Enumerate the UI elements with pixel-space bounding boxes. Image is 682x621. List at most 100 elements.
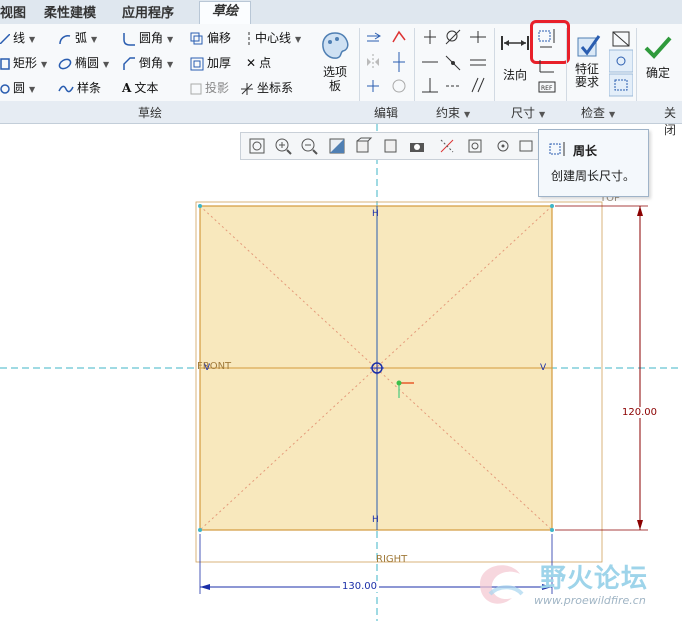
rectangle-label: 矩形 [13, 56, 38, 70]
refit-button[interactable] [247, 136, 267, 156]
rectangle-button[interactable]: 矩形 ▼ [0, 53, 47, 73]
group-inspect-label[interactable]: 检查 ▼ [581, 104, 615, 121]
fillet-icon [123, 32, 135, 46]
project-icon [190, 83, 202, 94]
arc-icon [59, 34, 71, 44]
fillet-button[interactable]: 圆角 ▼ [122, 28, 173, 48]
palette-button[interactable]: 选项板 [318, 30, 352, 93]
reference-dimension-button[interactable]: REF [538, 78, 558, 96]
circle-button[interactable]: 圆 ▼ [0, 78, 35, 98]
zoom-out-icon [301, 138, 318, 155]
perimeter-button[interactable] [538, 27, 558, 49]
thicken-button[interactable]: 加厚 [190, 53, 231, 73]
chevron-down-icon[interactable]: ▼ [41, 60, 47, 69]
chamfer-icon [123, 56, 135, 70]
offset-icon [190, 32, 203, 44]
chevron-down-icon[interactable]: ▼ [91, 35, 97, 44]
tab-view[interactable]: 视图 [0, 4, 30, 23]
arc-button[interactable]: 弧 ▼ [58, 28, 97, 48]
normal-dimension-icon [501, 36, 529, 50]
spline-icon [58, 85, 74, 92]
zoom-in-icon [275, 138, 292, 155]
ok-button[interactable]: 确定 [640, 34, 676, 80]
group-sketch-label: 草绘 [138, 106, 163, 120]
circle-icon [0, 83, 10, 94]
group-constrain-label[interactable]: 约束 ▼ [436, 104, 470, 121]
chevron-down-icon[interactable]: ▼ [167, 35, 173, 44]
spline-button[interactable]: 样条 [58, 78, 101, 98]
chevron-down-icon[interactable]: ▼ [29, 85, 35, 94]
point-icon: ✕ [246, 56, 257, 70]
saved-views-button[interactable] [381, 136, 401, 156]
centerline-label: 中心线 [255, 31, 292, 45]
watermark-swirl-icon [480, 565, 524, 604]
divide-icon [393, 52, 405, 72]
constrain-tools [418, 28, 490, 100]
feature-requirements-button[interactable]: 特征要求 [570, 32, 604, 89]
group-edit-label: 编辑 [374, 106, 399, 120]
group-dimension-label[interactable]: 尺寸 ▼ [511, 104, 545, 121]
sketch-display-icon [440, 139, 454, 153]
coord-system-button[interactable]: 坐标系 [240, 78, 293, 98]
tooltip-title: 周长 [573, 144, 598, 158]
normal-dimension-button[interactable]: 法向 [498, 32, 532, 82]
equal-constraint-icon [470, 59, 486, 66]
zoom-in-button[interactable] [273, 136, 293, 156]
line-button[interactable]: 线 ▼ [0, 28, 35, 48]
chevron-down-icon[interactable]: ▼ [167, 60, 173, 69]
svg-text:REF: REF [541, 85, 553, 92]
chevron-down-icon[interactable]: ▼ [103, 60, 109, 69]
midpoint-constraint-icon [470, 31, 486, 43]
tab-applications[interactable]: 应用程序 [122, 4, 192, 23]
chevron-down-icon[interactable]: ▼ [29, 35, 35, 44]
watermark-logo: 野火论坛 www.proewildfire.cn [470, 554, 680, 618]
datum-display-button[interactable] [465, 136, 485, 156]
corner-icon [367, 80, 379, 92]
normal-label: 法向 [502, 68, 527, 82]
chevron-down-icon[interactable]: ▼ [295, 35, 301, 44]
thicken-icon [190, 57, 204, 70]
perimeter-icon [538, 29, 555, 48]
project-button[interactable]: 投影 [190, 78, 229, 98]
sketch-canvas[interactable] [0, 124, 682, 621]
arc-label: 弧 [75, 31, 88, 45]
feature-requirements-icon [577, 35, 601, 57]
centerline-button[interactable]: 中心线 ▼ [246, 28, 301, 48]
spin-center-button[interactable] [493, 136, 513, 156]
datum-display-icon [468, 139, 482, 153]
tab-flexible-modeling[interactable]: 柔性建模 [44, 4, 114, 23]
zoom-fit-icon [249, 138, 265, 154]
coord-system-label: 坐标系 [257, 81, 294, 95]
coord-system-icon [241, 82, 253, 95]
tab-sketch[interactable]: 草绘 [199, 1, 251, 25]
point-label: 点 [259, 56, 272, 70]
baseline-button[interactable] [538, 58, 558, 76]
highlight-open-ends-icon [608, 49, 634, 73]
chamfer-button[interactable]: 倒角 ▼ [122, 53, 173, 73]
graphics-toolbar [240, 132, 542, 160]
view-manager-button[interactable] [407, 136, 427, 156]
palette-label: 选项板 [322, 65, 347, 93]
ellipse-icon [58, 58, 72, 69]
height-dimension-value[interactable]: 120.00 [622, 407, 657, 418]
datum-right-label: RIGHT [376, 554, 408, 565]
display-style-button[interactable] [353, 136, 373, 156]
perimeter-tooltip: 周长 创建周长尺寸。 [538, 129, 649, 197]
width-dimension-value[interactable]: 130.00 [340, 581, 379, 592]
sketch-view-button[interactable] [517, 136, 537, 156]
point-button[interactable]: ✕ 点 [246, 53, 271, 73]
display-style-icon [356, 137, 373, 153]
text-label: 文本 [134, 81, 159, 95]
repaint-button[interactable] [327, 136, 347, 156]
project-label: 投影 [205, 81, 230, 95]
mirror-icon [367, 54, 379, 70]
ellipse-button[interactable]: 椭圆 ▼ [58, 53, 109, 73]
rotate-resize-icon [392, 79, 406, 93]
text-button[interactable]: A 文本 [122, 78, 158, 98]
delete-segment-icon [392, 30, 406, 43]
zoom-out-button[interactable] [299, 136, 319, 156]
palette-icon [322, 32, 349, 59]
sketch-display-button[interactable] [437, 136, 457, 156]
inspect-tools [608, 28, 634, 100]
offset-button[interactable]: 偏移 [190, 28, 231, 48]
